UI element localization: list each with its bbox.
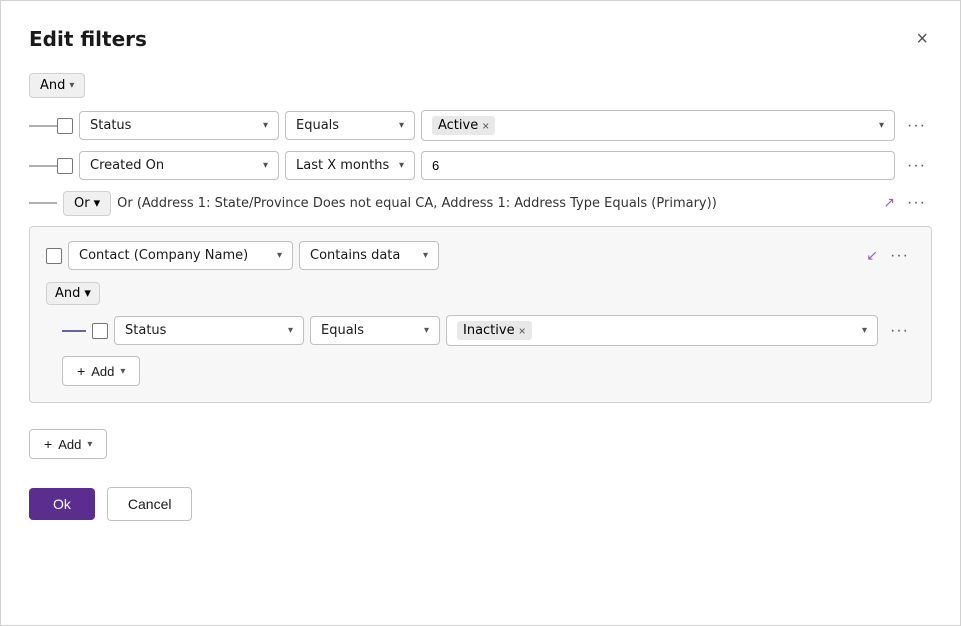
inner-row-operator-dropdown[interactable]: Equals ▾ — [310, 316, 440, 345]
row2-operator-chevron: ▾ — [399, 160, 404, 171]
main-add-button[interactable]: + Add ▾ — [29, 429, 107, 459]
inner-row-value-tag: Inactive × — [457, 321, 532, 340]
inner-row-tag-close[interactable]: × — [519, 325, 526, 337]
group-more-button[interactable]: ··· — [884, 243, 915, 269]
bottom-area: + Add ▾ — [29, 429, 932, 459]
row1-value-field[interactable]: Active × ▾ — [421, 110, 895, 141]
inner-row-value-field[interactable]: Inactive × ▾ — [446, 315, 878, 346]
row1-value-chevron: ▾ — [879, 120, 884, 131]
inner-row-field-chevron: ▾ — [288, 325, 293, 336]
inner-add-button[interactable]: + Add ▾ — [62, 356, 140, 386]
inner-add-label: Add — [91, 364, 114, 379]
inner-row-checkbox[interactable] — [92, 323, 108, 339]
group-container: Contact (Company Name) ▾ Contains data ▾… — [29, 226, 932, 403]
or-badge[interactable]: Or ▾ — [63, 191, 111, 216]
inner-and-chevron: ▾ — [84, 286, 91, 301]
row1-operator-dropdown[interactable]: Equals ▾ — [285, 111, 415, 140]
row1-field-chevron: ▾ — [263, 120, 268, 131]
inner-row-tag-text: Inactive — [463, 323, 515, 338]
dialog-header: Edit filters × — [29, 25, 932, 53]
row1-field-dropdown[interactable]: Status ▾ — [79, 111, 279, 140]
row2-field-label: Created On — [90, 158, 164, 173]
connector-line-1 — [29, 125, 57, 127]
row2-value-input[interactable] — [421, 151, 895, 180]
inner-row-operator-label: Equals — [321, 323, 364, 338]
root-operator-badge[interactable]: And ▾ — [29, 73, 85, 98]
group-operator-label: Contains data — [310, 248, 400, 263]
ok-button[interactable]: Ok — [29, 488, 95, 520]
group-field-label: Contact (Company Name) — [79, 248, 248, 263]
row2-field-dropdown[interactable]: Created On ▾ — [79, 151, 279, 180]
main-add-plus: + — [44, 436, 52, 452]
inner-row-field-label: Status — [125, 323, 166, 338]
row1-field-label: Status — [90, 118, 131, 133]
row2-operator-label: Last X months — [296, 158, 389, 173]
or-row: Or ▾ Or (Address 1: State/Province Does … — [29, 190, 932, 216]
dialog-footer: Ok Cancel — [29, 487, 932, 521]
filter-row-2: Created On ▾ Last X months ▾ ··· — [29, 151, 932, 180]
root-operator-label: And — [40, 78, 65, 93]
or-badge-label: Or — [74, 196, 90, 211]
inner-and-label: And — [55, 286, 80, 301]
row1-tag-text: Active — [438, 118, 478, 133]
row1-operator-chevron: ▾ — [399, 120, 404, 131]
row2-checkbox[interactable] — [57, 158, 73, 174]
inner-row-more-button[interactable]: ··· — [884, 318, 915, 344]
group-field-chevron: ▾ — [277, 250, 282, 261]
main-add-chevron: ▾ — [87, 439, 92, 450]
or-row-text: Or (Address 1: State/Province Does not e… — [117, 196, 877, 211]
inner-add-chevron: ▾ — [120, 366, 125, 377]
row1-value-tag: Active × — [432, 116, 495, 135]
or-connector-line — [29, 202, 57, 204]
filter-row-1: Status ▾ Equals ▾ Active × ▾ ··· — [29, 110, 932, 141]
inner-row-operator-chevron: ▾ — [424, 325, 429, 336]
group-operator-chevron: ▾ — [423, 250, 428, 261]
main-add-label: Add — [58, 437, 81, 452]
or-more-button[interactable]: ··· — [901, 190, 932, 216]
filters-area: Status ▾ Equals ▾ Active × ▾ ··· — [29, 110, 932, 413]
group-checkbox[interactable] — [46, 248, 62, 264]
filter-row-2-content: Created On ▾ Last X months ▾ ··· — [57, 151, 932, 180]
row2-more-button[interactable]: ··· — [901, 153, 932, 179]
inner-connector-line — [62, 330, 86, 332]
dialog-title: Edit filters — [29, 27, 147, 51]
row2-field-chevron: ▾ — [263, 160, 268, 171]
inner-filter-row: Status ▾ Equals ▾ Inactive × ▾ — [46, 315, 915, 346]
group-collapse-icon[interactable]: ↙ — [866, 248, 878, 264]
inner-add-wrapper: + Add ▾ — [62, 356, 915, 386]
row2-operator-dropdown[interactable]: Last X months ▾ — [285, 151, 415, 180]
edit-filters-dialog: Edit filters × And ▾ Status ▾ Equals ▾ — [0, 0, 961, 626]
inner-and-badge[interactable]: And ▾ — [46, 282, 100, 305]
inner-row-value-chevron: ▾ — [862, 325, 867, 336]
filter-row-1-content: Status ▾ Equals ▾ Active × ▾ ··· — [57, 110, 932, 141]
row1-operator-label: Equals — [296, 118, 339, 133]
group-operator-dropdown[interactable]: Contains data ▾ — [299, 241, 439, 270]
inner-row-field-dropdown[interactable]: Status ▾ — [114, 316, 304, 345]
row1-checkbox[interactable] — [57, 118, 73, 134]
inner-filter-row-content: Status ▾ Equals ▾ Inactive × ▾ — [92, 315, 915, 346]
row1-tag-close[interactable]: × — [482, 120, 489, 132]
cancel-button[interactable]: Cancel — [107, 487, 193, 521]
root-operator-chevron: ▾ — [69, 80, 74, 91]
group-field-dropdown[interactable]: Contact (Company Name) ▾ — [68, 241, 293, 270]
group-header: Contact (Company Name) ▾ Contains data ▾… — [46, 241, 915, 270]
or-badge-chevron: ▾ — [94, 196, 101, 211]
inner-add-plus: + — [77, 363, 85, 379]
or-expand-icon[interactable]: ↗ — [883, 195, 895, 211]
connector-line-2 — [29, 165, 57, 167]
close-button[interactable]: × — [912, 25, 932, 53]
row1-more-button[interactable]: ··· — [901, 113, 932, 139]
